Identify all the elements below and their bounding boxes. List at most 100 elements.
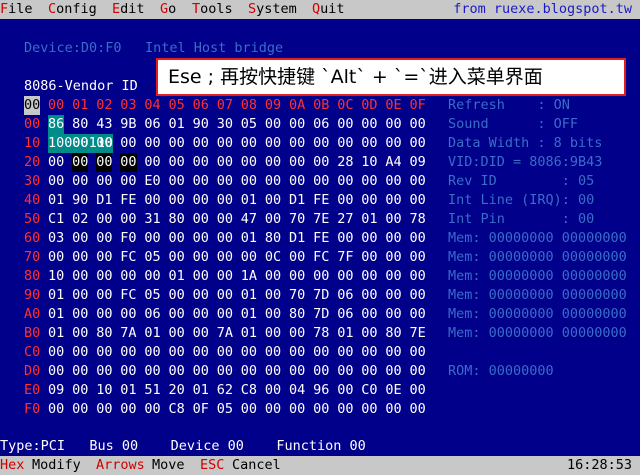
hex-cell[interactable]: 00 xyxy=(72,153,89,172)
hex-cell[interactable]: 00 xyxy=(289,134,305,153)
hex-cell[interactable]: 00 xyxy=(193,172,209,191)
hex-cell[interactable]: 00 xyxy=(337,267,353,286)
hex-cell[interactable]: 00 xyxy=(241,248,257,267)
hex-cell[interactable]: 00 xyxy=(337,362,353,381)
hex-cell[interactable]: 00 xyxy=(385,286,401,305)
hex-cell[interactable]: 00 xyxy=(313,153,329,172)
hex-cell[interactable]: 00 xyxy=(217,229,233,248)
hex-cell[interactable]: 00 xyxy=(217,267,233,286)
menu-item-go[interactable]: Go xyxy=(160,0,176,19)
hex-cell[interactable]: E0 xyxy=(144,172,160,191)
hex-cell[interactable]: 00 xyxy=(169,229,185,248)
hex-cell[interactable]: 00 xyxy=(410,381,426,400)
hex-cell[interactable]: 00 xyxy=(265,362,281,381)
hex-cell[interactable]: 09 xyxy=(48,381,64,400)
hex-cell[interactable]: 01 xyxy=(241,305,257,324)
hex-cell[interactable]: 00 xyxy=(410,115,426,134)
hex-cell[interactable]: 00 xyxy=(410,267,426,286)
hex-cell[interactable]: 00 xyxy=(337,172,353,191)
hex-cell[interactable]: 00 xyxy=(241,343,257,362)
hex-cell[interactable]: 01 xyxy=(169,115,185,134)
hex-cell[interactable]: 00 xyxy=(410,229,426,248)
hex-cell[interactable]: 00 xyxy=(385,115,401,134)
hex-cell[interactable]: 02 xyxy=(72,210,88,229)
hex-cell[interactable]: 00 xyxy=(217,134,233,153)
hex-cell[interactable]: 00 xyxy=(169,362,185,381)
hex-cell[interactable]: 05 xyxy=(217,400,233,419)
hex-cell[interactable]: 70 xyxy=(289,286,305,305)
hex-cell[interactable]: 00 xyxy=(193,305,209,324)
hex-cell[interactable]: 00 xyxy=(193,229,209,248)
hex-cell[interactable]: 9B xyxy=(120,115,136,134)
hex-cell[interactable]: 43 xyxy=(96,115,112,134)
menu-item-config[interactable]: Config xyxy=(48,0,97,19)
hex-cell[interactable]: 00 xyxy=(337,400,353,419)
hex-cell[interactable]: 00 xyxy=(72,134,88,153)
hex-cell[interactable]: FC xyxy=(120,248,136,267)
hex-cell[interactable]: 00 xyxy=(217,305,233,324)
hex-cell[interactable]: 00 xyxy=(72,343,88,362)
hex-cell[interactable]: 80 xyxy=(96,324,112,343)
menu-item-file[interactable]: File xyxy=(0,0,33,19)
hex-cell[interactable]: 00 xyxy=(193,134,209,153)
hex-cell[interactable]: 80 xyxy=(289,305,305,324)
hex-cell[interactable]: 00 xyxy=(265,134,281,153)
hex-cell[interactable]: 00 xyxy=(337,229,353,248)
hex-cell[interactable]: 00 xyxy=(410,305,426,324)
hex-cell[interactable]: 86 xyxy=(48,115,65,134)
hex-cell[interactable]: 00 xyxy=(120,134,136,153)
hex-cell[interactable]: FE xyxy=(120,191,136,210)
hex-cell[interactable]: 00 xyxy=(241,134,257,153)
hex-cell[interactable]: 00 xyxy=(410,400,426,419)
hex-cell[interactable]: 00 xyxy=(120,267,136,286)
hex-cell[interactable]: 00 xyxy=(410,172,426,191)
hex-cell[interactable]: 01 xyxy=(241,324,257,343)
hex-cell[interactable]: 7A xyxy=(217,324,233,343)
hex-cell[interactable]: 00 xyxy=(385,172,401,191)
hex-cell[interactable]: 00 xyxy=(193,362,209,381)
hex-cell[interactable]: 00 xyxy=(96,343,112,362)
hex-cell[interactable]: 31 xyxy=(144,210,160,229)
hex-cell[interactable]: 00 xyxy=(120,153,137,172)
hex-cell[interactable]: 00 xyxy=(313,134,329,153)
hex-cell[interactable]: 00 xyxy=(265,343,281,362)
hex-cell[interactable]: 00 xyxy=(361,248,377,267)
hex-cell[interactable]: 01 xyxy=(48,286,64,305)
hex-cell[interactable]: 00 xyxy=(96,210,112,229)
hex-cell[interactable]: 06 xyxy=(313,115,329,134)
hex-cell[interactable]: 00 xyxy=(217,248,233,267)
hex-cell[interactable]: 78 xyxy=(410,210,426,229)
hex-cell[interactable]: 00 xyxy=(72,381,88,400)
hex-cell[interactable]: 00 xyxy=(361,267,377,286)
hex-cell[interactable]: 01 xyxy=(48,191,64,210)
hex-cell[interactable]: 00 xyxy=(361,324,377,343)
hex-cell[interactable]: 05 xyxy=(241,115,257,134)
hex-cell[interactable]: 7F xyxy=(337,248,353,267)
hex-cell[interactable]: 00 xyxy=(385,229,401,248)
hex-cell[interactable]: FC xyxy=(313,248,329,267)
hex-cell[interactable]: C1 xyxy=(48,210,64,229)
hex-cell[interactable]: 51 xyxy=(144,381,160,400)
hex-cell[interactable]: 80 xyxy=(265,229,281,248)
hex-cell[interactable]: 01 xyxy=(241,191,257,210)
menu-item-edit[interactable]: Edit xyxy=(112,0,145,19)
hex-cell[interactable]: 00 xyxy=(361,172,377,191)
hex-cell[interactable]: 00 xyxy=(217,172,233,191)
hex-cell[interactable]: 00 xyxy=(169,153,185,172)
hex-cell[interactable]: 00 xyxy=(144,400,160,419)
hex-cell[interactable]: 00 xyxy=(48,400,64,419)
hex-cell[interactable]: 00 xyxy=(385,400,401,419)
hex-cell[interactable]: 00 xyxy=(385,134,401,153)
row-index-selected[interactable]: 00 xyxy=(24,96,41,115)
hex-cell[interactable]: 00 xyxy=(385,343,401,362)
hex-cell[interactable]: 05 xyxy=(144,248,160,267)
hex-cell[interactable]: 00 xyxy=(169,305,185,324)
hex-cell[interactable]: 00 xyxy=(96,362,112,381)
hex-cell[interactable]: 00 xyxy=(217,362,233,381)
menu-item-tools[interactable]: Tools xyxy=(192,0,233,19)
hex-cell[interactable]: 01 xyxy=(193,381,209,400)
hex-cell[interactable]: C8 xyxy=(169,400,185,419)
hex-cell[interactable]: 00 xyxy=(361,305,377,324)
hex-cell[interactable]: 00 xyxy=(72,286,88,305)
hex-cell[interactable]: 00 xyxy=(410,362,426,381)
